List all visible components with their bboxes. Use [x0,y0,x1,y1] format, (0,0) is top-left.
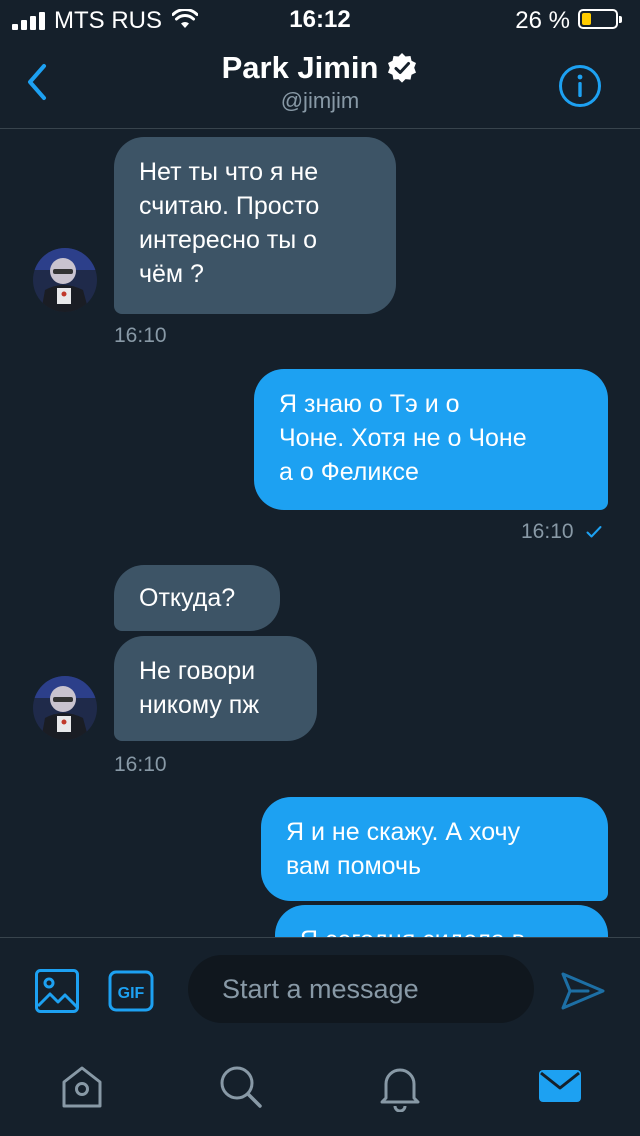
message-line: Откуда? [139,584,236,612]
image-icon[interactable] [34,968,80,1014]
incoming-message-bubble[interactable]: Не говори никому пж [114,636,317,741]
battery-icon [578,9,622,29]
avatar[interactable] [33,248,97,312]
message-line: чём ? [139,260,204,288]
message-timestamp: 16:10 [521,520,574,543]
message-line: Чоне. Хотя не о Чоне [279,424,527,452]
message-line: Я сегодня сидела в [300,923,583,937]
message-line: Я знаю о Тэ и о [279,390,460,418]
gif-label: GIF [118,985,145,1002]
message-line: вам помочь [286,852,422,880]
home-icon[interactable] [58,1062,106,1112]
message-line: Я и не скажу. А хочу [286,818,521,846]
contact-name: Park Jimin [221,50,379,85]
message-line: интересно ты о [139,226,318,254]
avatar[interactable] [33,676,97,740]
info-icon[interactable] [558,64,602,108]
conversation-header: Park Jimin @jimjim [0,40,640,129]
battery-percent: 26 % [515,7,570,34]
message-list[interactable]: Нет ты что я не считаю. Просто интересно… [0,129,640,937]
message-line: а о Феликсе [279,458,419,486]
message-line: никому пж [139,691,260,719]
notifications-bell-icon[interactable] [376,1062,424,1112]
incoming-message-bubble[interactable]: Откуда? [114,565,280,631]
incoming-message-bubble[interactable]: Нет ты что я не считаю. Просто интересно… [114,137,396,314]
search-icon[interactable] [216,1062,264,1112]
send-icon[interactable] [558,966,608,1016]
message-timestamp: 16:10 [114,753,167,776]
gif-icon[interactable]: GIF [108,970,154,1012]
message-timestamp: 16:10 [114,324,167,347]
tab-bar [0,1046,640,1136]
contact-handle: @jimjim [280,88,360,113]
verified-badge-icon [388,53,417,83]
outgoing-message-bubble[interactable]: Я сегодня сидела в [275,905,608,937]
header-title[interactable]: Park Jimin @jimjim [0,50,640,114]
messages-envelope-icon[interactable] [536,1062,584,1112]
message-line: Не говори [139,657,256,685]
outgoing-message-bubble[interactable]: Я и не скажу. А хочу вам помочь [261,797,608,901]
status-bar: MTS RUS 16:12 26 % [0,0,640,40]
message-line: Нет ты что я не [139,158,319,186]
message-line: считаю. Просто [139,192,320,220]
message-input[interactable] [188,955,534,1023]
read-check-icon [586,526,602,538]
message-composer: GIF [0,937,640,1046]
outgoing-message-bubble[interactable]: Я знаю о Тэ и о Чоне. Хотя не о Чоне а о… [254,369,608,510]
